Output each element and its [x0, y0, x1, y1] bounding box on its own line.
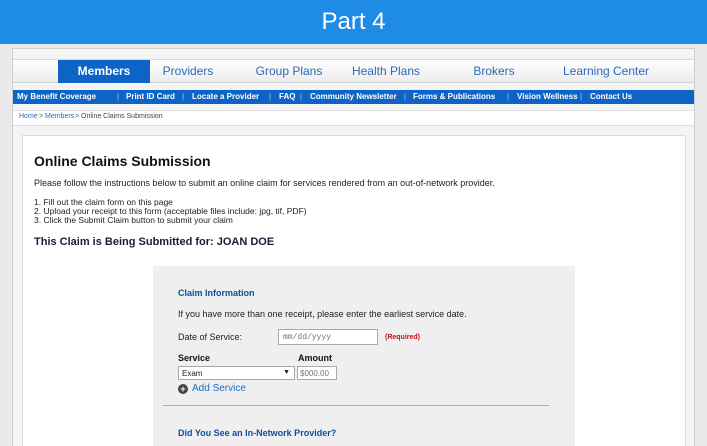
service-select-value: Exam: [182, 369, 203, 378]
page-title: Online Claims Submission: [34, 153, 211, 169]
claim-form: Claim Information If you have more than …: [153, 266, 575, 446]
claim-information-heading: Claim Information: [178, 288, 255, 298]
tab-health-plans[interactable]: Health Plans: [341, 60, 431, 83]
in-network-provider-heading: Did You See an In-Network Provider?: [178, 428, 337, 438]
subnav-separator: |: [269, 92, 272, 101]
browser-page: Members Providers Group Plans Health Pla…: [12, 48, 695, 446]
instruction-steps: 1. Fill out the claim form on this page …: [34, 198, 307, 225]
tab-providers[interactable]: Providers: [153, 60, 223, 83]
top-navigation: Members Providers Group Plans Health Pla…: [13, 59, 694, 83]
subnav-community-newsletter[interactable]: Community Newsletter: [310, 90, 397, 104]
amount-column-header: Amount: [298, 353, 332, 363]
breadcrumb-separator: >: [39, 113, 44, 120]
subnav-separator: |: [182, 92, 185, 101]
part-banner: Part 4: [0, 0, 707, 44]
subnav-faq[interactable]: FAQ: [279, 90, 295, 104]
breadcrumb-members[interactable]: Members: [45, 113, 74, 120]
section-divider: [163, 405, 549, 406]
subnav-contact-us[interactable]: Contact Us: [590, 90, 632, 104]
tab-group-plans[interactable]: Group Plans: [245, 60, 333, 83]
subnav-separator: |: [507, 92, 510, 101]
service-column-header: Service: [178, 353, 211, 363]
subnav-my-benefit-coverage[interactable]: My Benefit Coverage: [17, 90, 96, 104]
member-subnav: My Benefit Coverage | Print ID Card | Lo…: [13, 90, 694, 104]
subnav-separator: |: [404, 92, 407, 101]
breadcrumb: Home > Members > Online Claims Submissio…: [13, 110, 694, 126]
subnav-forms-publications[interactable]: Forms & Publications: [413, 90, 495, 104]
claim-member-heading: This Claim is Being Submitted for: JOAN …: [34, 236, 275, 248]
breadcrumb-current: Online Claims Submission: [81, 113, 163, 120]
date-of-service-label: Date of Service:: [178, 332, 243, 342]
subnav-print-id-card[interactable]: Print ID Card: [126, 90, 175, 104]
breadcrumb-home[interactable]: Home: [19, 113, 38, 120]
intro-text: Please follow the instructions below to …: [34, 178, 495, 188]
chevron-down-icon: ▼: [283, 369, 290, 376]
subnav-vision-wellness[interactable]: Vision Wellness: [517, 90, 578, 104]
breadcrumb-separator: >: [75, 113, 80, 120]
date-of-service-input[interactable]: [278, 329, 378, 345]
required-indicator: (Required): [385, 334, 420, 341]
tab-learning-center[interactable]: Learning Center: [551, 60, 661, 83]
plus-circle-icon: +: [178, 384, 188, 394]
amount-input[interactable]: [297, 366, 337, 380]
banner-title: Part 4: [321, 8, 386, 35]
subnav-separator: |: [300, 92, 303, 101]
main-content: Online Claims Submission Please follow t…: [22, 135, 686, 446]
service-date-note: If you have more than one receipt, pleas…: [178, 309, 467, 319]
tab-brokers[interactable]: Brokers: [459, 60, 529, 83]
step-item: 3. Click the Submit Claim button to subm…: [34, 215, 233, 225]
tab-members[interactable]: Members: [58, 60, 150, 83]
subnav-separator: |: [580, 92, 583, 101]
add-service-label: Add Service: [192, 383, 246, 394]
subnav-locate-a-provider[interactable]: Locate a Provider: [192, 90, 259, 104]
subnav-separator: |: [117, 92, 120, 101]
service-select[interactable]: Exam ▼: [178, 366, 295, 380]
